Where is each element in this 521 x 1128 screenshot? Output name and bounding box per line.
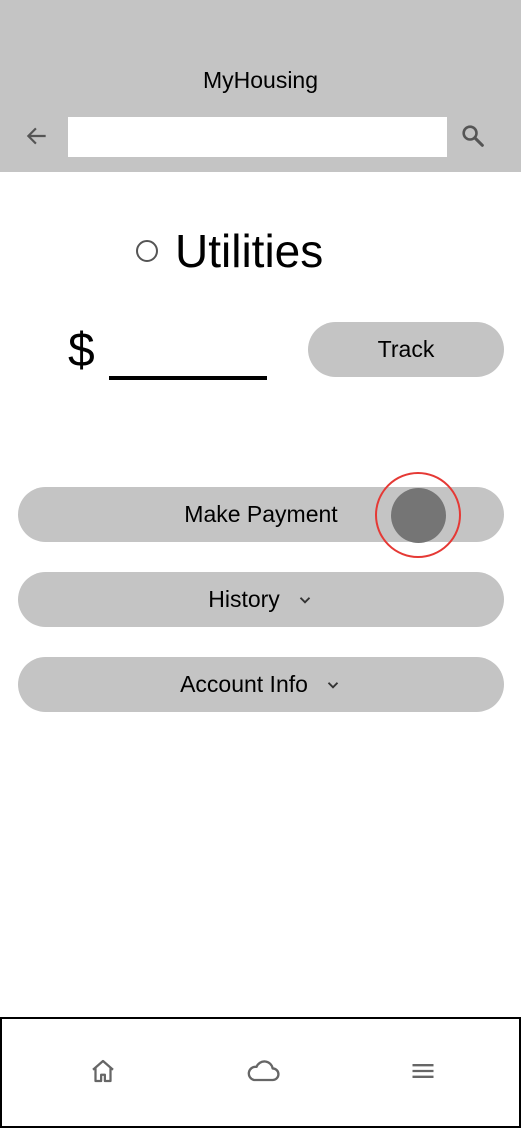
account-info-label: Account Info bbox=[180, 671, 308, 697]
chevron-down-icon bbox=[324, 676, 342, 694]
amount-input[interactable] bbox=[109, 346, 267, 380]
chevron-down-icon bbox=[296, 591, 314, 609]
search-button[interactable] bbox=[454, 119, 492, 157]
arrow-left-icon bbox=[24, 123, 50, 154]
utilities-heading: Utilities bbox=[136, 222, 323, 280]
make-payment-label: Make Payment bbox=[184, 501, 338, 527]
currency-symbol: $ bbox=[68, 324, 95, 377]
back-button[interactable] bbox=[18, 119, 56, 157]
bottom-navigation bbox=[0, 1017, 521, 1128]
cloud-icon bbox=[245, 1056, 281, 1091]
nav-cloud-button[interactable] bbox=[241, 1051, 285, 1095]
touch-indicator[interactable] bbox=[391, 488, 446, 543]
track-button[interactable]: Track bbox=[308, 322, 504, 377]
nav-home-button[interactable] bbox=[81, 1051, 125, 1095]
app-screen: MyHousing Utilities $ Track Make Payment… bbox=[0, 0, 521, 1128]
home-icon bbox=[88, 1056, 118, 1091]
utilities-radio[interactable] bbox=[136, 240, 158, 262]
app-title: MyHousing bbox=[202, 67, 319, 93]
nav-menu-button[interactable] bbox=[401, 1051, 445, 1095]
app-header: MyHousing bbox=[0, 0, 521, 172]
menu-icon bbox=[409, 1057, 437, 1090]
search-input[interactable] bbox=[68, 117, 447, 157]
utilities-title: Utilities bbox=[175, 225, 324, 277]
account-info-dropdown[interactable]: Account Info bbox=[18, 657, 504, 712]
search-icon bbox=[459, 122, 487, 155]
history-label: History bbox=[208, 586, 280, 612]
history-dropdown[interactable]: History bbox=[18, 572, 504, 627]
track-button-label: Track bbox=[377, 336, 435, 362]
